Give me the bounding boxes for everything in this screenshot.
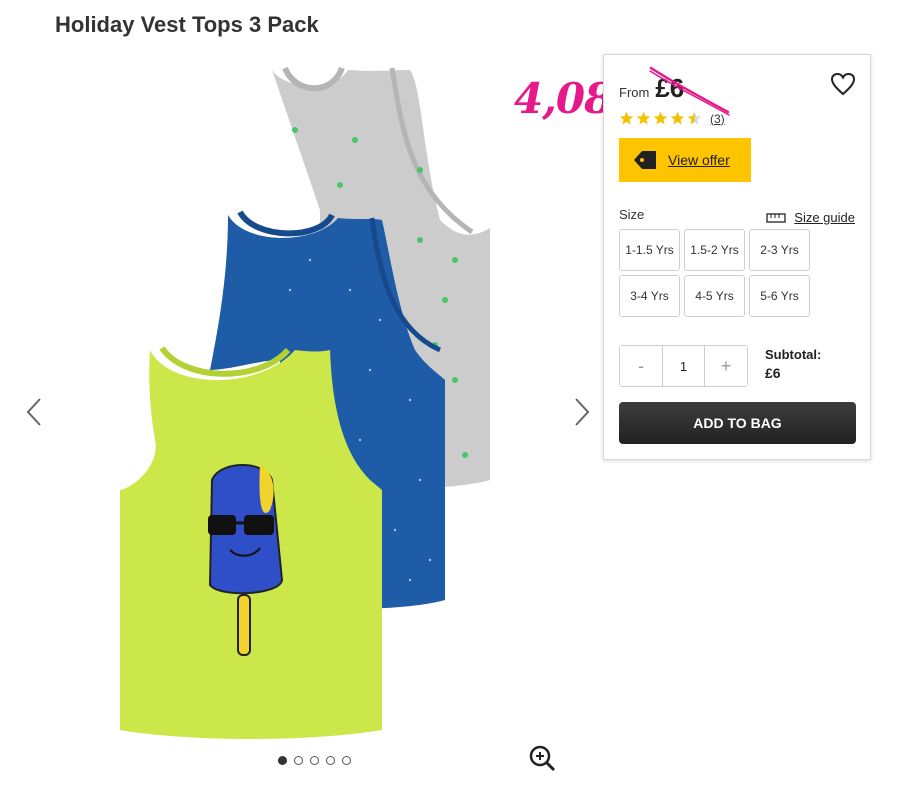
gallery-dot[interactable] <box>278 756 287 765</box>
product-gallery <box>20 50 600 780</box>
size-option[interactable]: 5-6 Yrs <box>749 275 810 317</box>
gallery-dot[interactable] <box>326 756 335 765</box>
star-rating: (3) <box>619 111 725 126</box>
zoom-in-icon[interactable] <box>528 744 556 772</box>
star-icon <box>670 111 685 125</box>
ruler-icon <box>766 212 786 223</box>
chevron-left-icon <box>26 398 41 426</box>
size-option[interactable]: 1-1.5 Yrs <box>619 229 680 271</box>
price-tag-icon <box>634 151 656 169</box>
size-option[interactable]: 3-4 Yrs <box>619 275 680 317</box>
add-to-bag-button[interactable]: ADD TO BAG <box>619 402 856 444</box>
previous-image-button[interactable] <box>22 395 46 429</box>
price-row: From £6 <box>619 73 684 104</box>
quantity-decrease-button[interactable]: - <box>620 346 662 386</box>
gallery-dot[interactable] <box>294 756 303 765</box>
size-option[interactable]: 2-3 Yrs <box>749 229 810 271</box>
quantity-stepper: - 1 + <box>619 345 748 387</box>
size-guide-link[interactable]: Size guide <box>766 210 855 225</box>
gallery-dot[interactable] <box>310 756 319 765</box>
price-from-label: From <box>619 85 650 100</box>
view-offer-label: View offer <box>668 152 730 168</box>
product-price: £6 <box>655 73 685 103</box>
product-title: Holiday Vest Tops 3 Pack <box>55 12 319 37</box>
subtotal-label: Subtotal: <box>765 347 822 362</box>
quantity-increase-button[interactable]: + <box>705 346 747 386</box>
review-count-link[interactable]: (3) <box>710 112 725 126</box>
size-options: 1-1.5 Yrs 1.5-2 Yrs 2-3 Yrs 3-4 Yrs 4-5 … <box>619 229 810 317</box>
subtotal-value: £6 <box>765 365 781 381</box>
heart-icon[interactable] <box>830 72 856 96</box>
size-label: Size <box>619 207 645 222</box>
subtotal: Subtotal: £6 <box>765 347 821 381</box>
size-option[interactable]: 4-5 Yrs <box>684 275 745 317</box>
size-guide-label: Size guide <box>794 210 855 225</box>
product-image <box>120 66 490 739</box>
star-half-icon <box>687 111 702 125</box>
size-option[interactable]: 1.5-2 Yrs <box>684 229 745 271</box>
next-image-button[interactable] <box>570 395 594 429</box>
chevron-right-icon <box>575 398 590 426</box>
gallery-dots <box>278 756 351 765</box>
star-icon <box>653 111 668 125</box>
star-icon <box>636 111 651 125</box>
handwritten-price-annotation: 4,08 <box>514 74 613 123</box>
view-offer-button[interactable]: View offer <box>619 138 751 182</box>
quantity-value[interactable]: 1 <box>662 346 705 386</box>
star-icon <box>619 111 634 125</box>
gallery-dot[interactable] <box>342 756 351 765</box>
buy-box: From £6 (3) View offer Size Size guide 1… <box>603 54 871 460</box>
